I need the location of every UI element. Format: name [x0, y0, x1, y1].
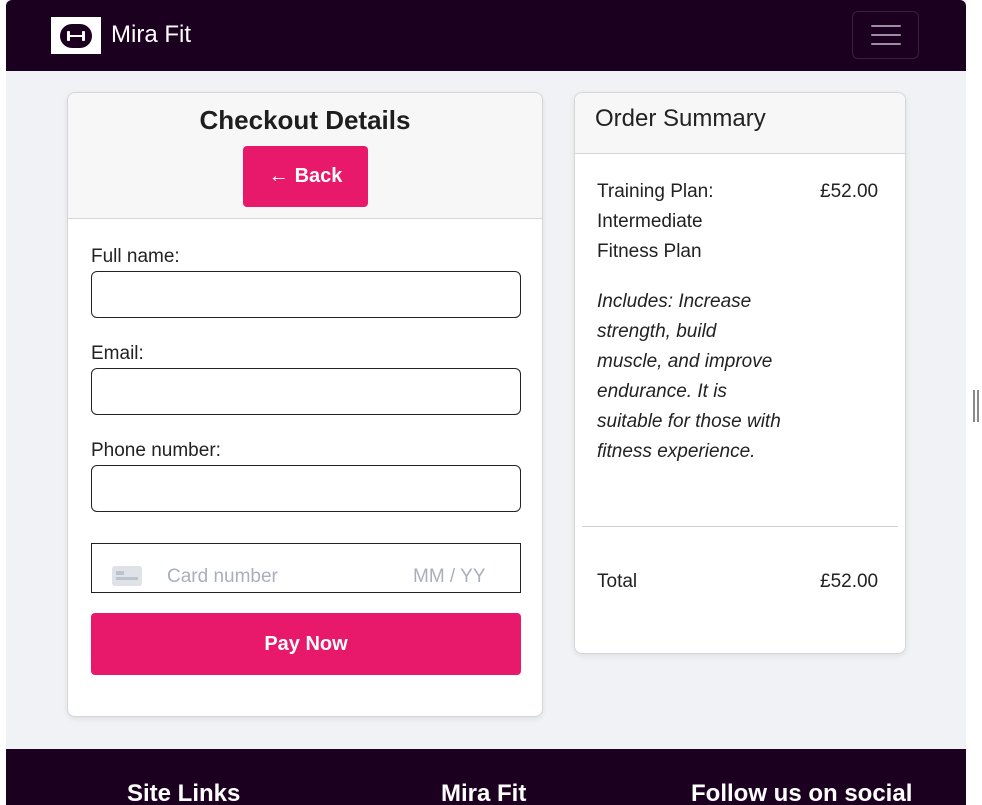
checkout-title: Checkout Details	[199, 105, 411, 135]
summary-divider	[582, 526, 898, 527]
navbar: Mira Fit	[6, 0, 966, 71]
credit-card-icon	[112, 566, 142, 586]
total-label: Total	[597, 571, 638, 592]
phone-number-label: Phone number:	[91, 440, 221, 461]
resize-handle[interactable]	[973, 390, 979, 422]
card-input[interactable]: Card number MM / YY	[91, 543, 521, 593]
checkout-header: Checkout Details ← Back	[68, 93, 542, 219]
pay-now-button[interactable]: Pay Now	[91, 613, 521, 675]
hamburger-icon	[870, 25, 901, 27]
app-frame: Mira Fit Checkout Details ← Back Full na…	[6, 0, 966, 805]
email-input[interactable]	[91, 368, 521, 415]
plan-name: Training Plan: Intermediate Fitness Plan	[597, 181, 714, 262]
back-button[interactable]: ← Back	[243, 146, 368, 207]
order-summary-title: Order Summary	[595, 105, 766, 132]
dumbbell-icon	[60, 23, 92, 48]
footer: Site Links Mira Fit Follow us on social	[6, 749, 966, 805]
footer-heading-brand: Mira Fit	[441, 780, 527, 805]
phone-number-input[interactable]	[91, 465, 521, 512]
menu-toggle-button[interactable]	[852, 11, 919, 59]
plan-description: Includes: Increase strength, build muscl…	[597, 291, 781, 462]
brand-logo[interactable]	[51, 17, 101, 54]
card-number-placeholder[interactable]: Card number	[167, 565, 278, 589]
checkout-card: Checkout Details ← Back Full name: Email…	[67, 92, 543, 717]
email-label: Email:	[91, 343, 144, 364]
order-summary-header: Order Summary	[575, 93, 905, 154]
footer-heading-social: Follow us on social	[691, 780, 913, 805]
arrow-left-icon: ←	[268, 165, 289, 187]
card-expiry-placeholder[interactable]: MM / YY	[413, 565, 486, 589]
back-button-label: Back	[294, 165, 343, 187]
footer-heading-site-links: Site Links	[127, 780, 241, 805]
brand-name[interactable]: Mira Fit	[111, 20, 191, 50]
total-value: £52.00	[820, 571, 879, 592]
full-name-label: Full name:	[91, 246, 180, 267]
full-name-input[interactable]	[91, 271, 521, 318]
plan-price: £52.00	[820, 181, 879, 202]
order-summary-card: Order Summary Training Plan: Intermediat…	[574, 92, 906, 654]
